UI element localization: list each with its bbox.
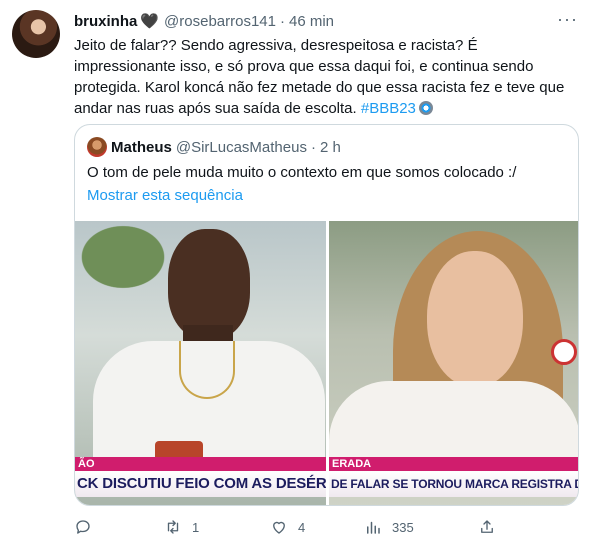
- author-avatar[interactable]: [12, 10, 60, 58]
- views-count: 335: [392, 519, 414, 535]
- tweet-body: Jeito de falar?? Sendo agressiva, desres…: [74, 37, 565, 117]
- more-icon[interactable]: ···: [557, 9, 578, 30]
- media-grid[interactable]: ÃO CK DISCUTIU FEIO COM AS DESÉRTICA ERA…: [75, 221, 578, 505]
- quoted-timestamp: 2 h: [319, 138, 341, 156]
- reply-icon: [76, 520, 90, 534]
- share-button[interactable]: [478, 516, 496, 538]
- like-icon: [273, 521, 285, 534]
- tweet-text: Jeito de falar?? Sendo agressiva, desres…: [74, 35, 578, 119]
- reply-button[interactable]: [74, 516, 102, 538]
- like-button[interactable]: 4: [270, 516, 305, 538]
- author-display-name[interactable]: bruxinha: [74, 13, 137, 30]
- bbb-eye-icon: [418, 101, 433, 115]
- tweet-actions: 1 4 335: [74, 516, 578, 538]
- retweet-icon: [167, 520, 179, 534]
- like-count: 4: [298, 519, 306, 535]
- tv-caption-tag: ÃO: [75, 457, 326, 471]
- tv-caption-text: CK DISCUTIU FEIO COM AS DESÉRTICA: [75, 471, 326, 497]
- heart-icon: 🖤: [140, 13, 160, 30]
- quoted-tweet[interactable]: Matheus @SirLucasMatheus · 2 h O tom de …: [74, 124, 579, 506]
- dot-separator: ·: [310, 138, 316, 156]
- tv-caption-right: ERADA DE FALAR SE TORNOU MARCA REGISTRA …: [329, 457, 578, 499]
- show-thread-link[interactable]: Mostrar esta sequência: [87, 186, 243, 206]
- dot-separator: ·: [279, 12, 285, 30]
- retweet-button[interactable]: 1: [164, 516, 199, 538]
- tweet-timestamp[interactable]: 46 min: [289, 13, 334, 30]
- quoted-author-handle: @SirLucasMatheus: [175, 138, 307, 156]
- quoted-author-name: Matheus: [111, 138, 172, 156]
- tv-caption-text: DE FALAR SE TORNOU MARCA REGISTRA DA BRU…: [329, 471, 578, 497]
- quoted-author-avatar: [87, 137, 107, 157]
- tv-caption-left: ÃO CK DISCUTIU FEIO COM AS DESÉRTICA: [75, 457, 326, 499]
- tweet-header: bruxinha 🖤 @rosebarros141 · 46 min ···: [74, 9, 578, 31]
- views-icon: [367, 521, 380, 534]
- tv-caption-tag: ERADA: [329, 457, 578, 471]
- share-icon: [481, 520, 493, 533]
- views-button[interactable]: 335: [364, 516, 414, 538]
- hashtag-link[interactable]: #BBB23: [361, 100, 416, 117]
- retweet-count: 1: [192, 519, 200, 535]
- quoted-tweet-header: Matheus @SirLucasMatheus · 2 h: [87, 137, 341, 157]
- quoted-tweet-text: O tom de pele muda muito o contexto em q…: [87, 164, 517, 181]
- author-handle[interactable]: @rosebarros141: [164, 13, 276, 30]
- media-image-left[interactable]: ÃO CK DISCUTIU FEIO COM AS DESÉRTICA: [75, 221, 326, 505]
